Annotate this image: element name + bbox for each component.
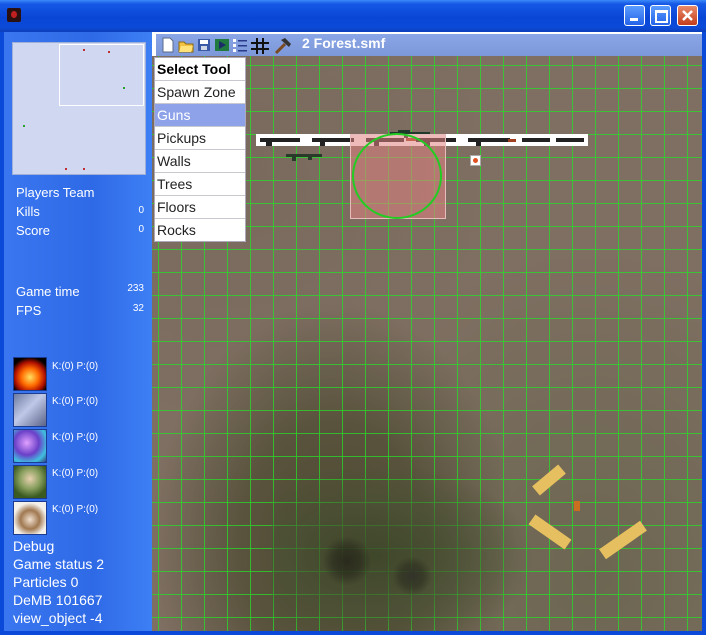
- score-label: Score: [16, 223, 50, 238]
- minimap-marker: [23, 125, 25, 127]
- fps-label: FPS: [16, 303, 42, 318]
- debug-game-status: Game status 2: [13, 556, 105, 572]
- hammer-icon[interactable]: [272, 37, 292, 55]
- minimap-marker: [65, 168, 67, 170]
- team-title: Players Team: [16, 185, 95, 200]
- menu-item-rocks[interactable]: Rocks: [155, 219, 245, 241]
- player-stats: K:(0) P:(0): [52, 504, 99, 515]
- editor-toolbar: 2 Forest.smf: [156, 34, 702, 56]
- debug-particles: Particles 0: [13, 574, 79, 590]
- menu-item-spawn-zone[interactable]: Spawn Zone: [155, 81, 245, 104]
- spawn-zone[interactable]: [350, 133, 446, 219]
- soldier-avatar[interactable]: [13, 465, 47, 499]
- client-area: Players Team Kills 0 Score 0 Game time 2…: [4, 32, 702, 631]
- open-icon[interactable]: [178, 37, 194, 53]
- minimize-button[interactable]: [624, 5, 645, 26]
- game-time-value: 233: [127, 283, 144, 294]
- new-icon[interactable]: [160, 37, 176, 53]
- debug-view-object: view_object -4: [13, 610, 103, 626]
- magic-avatar[interactable]: [13, 429, 47, 463]
- sidebar: Players Team Kills 0 Score 0 Game time 2…: [4, 32, 152, 631]
- list-icon[interactable]: [232, 37, 248, 53]
- grid-icon[interactable]: [250, 37, 270, 54]
- map-filename: 2 Forest.smf: [302, 35, 386, 51]
- minimap-marker: [108, 51, 110, 53]
- menu-header: Select Tool: [155, 58, 245, 81]
- debug-title: Debug: [13, 538, 55, 554]
- menu-item-walls[interactable]: Walls: [155, 150, 245, 173]
- play-icon[interactable]: [214, 37, 230, 53]
- fps-value: 32: [132, 303, 144, 314]
- select-tool-menu: Select Tool Spawn Zone Guns Pickups Wall…: [154, 57, 246, 242]
- game-time-label: Game time: [16, 284, 80, 299]
- minimap[interactable]: [12, 42, 146, 175]
- player-stats: K:(0) P:(0): [52, 432, 99, 443]
- tree: [322, 536, 372, 586]
- rifle-pickup-icon[interactable]: [390, 125, 434, 138]
- menu-item-floors[interactable]: Floors: [155, 196, 245, 219]
- lightning-avatar[interactable]: [13, 393, 47, 427]
- rifle-pickup-icon[interactable]: [286, 148, 326, 161]
- close-button[interactable]: [677, 5, 698, 26]
- minimap-viewport[interactable]: [59, 44, 144, 106]
- debug-demb: DeMB 101667: [13, 592, 103, 608]
- menu-item-pickups[interactable]: Pickups: [155, 127, 245, 150]
- kills-value: 0: [138, 205, 144, 216]
- save-icon[interactable]: [196, 37, 212, 53]
- menu-item-guns[interactable]: Guns: [155, 104, 245, 127]
- close-icon: [682, 10, 693, 21]
- minimap-marker: [83, 49, 85, 51]
- pickup-marker[interactable]: [470, 155, 481, 166]
- minimap-marker: [83, 168, 85, 170]
- fire-avatar[interactable]: [13, 357, 47, 391]
- maximize-button[interactable]: [650, 5, 671, 26]
- pickup-marker[interactable]: [574, 501, 580, 511]
- minimap-marker: [123, 87, 125, 89]
- spawn-zone-ring: [352, 133, 442, 219]
- tree: [392, 556, 432, 596]
- menu-item-trees[interactable]: Trees: [155, 173, 245, 196]
- score-value: 0: [138, 224, 144, 235]
- hands-avatar[interactable]: [13, 501, 47, 535]
- kills-label: Kills: [16, 204, 40, 219]
- game-editor-window: Players Team Kills 0 Score 0 Game time 2…: [0, 0, 706, 635]
- title-bar[interactable]: [0, 0, 706, 32]
- app-icon[interactable]: [7, 8, 21, 22]
- player-stats: K:(0) P:(0): [52, 468, 99, 479]
- player-stats: K:(0) P:(0): [52, 396, 99, 407]
- player-stats: K:(0) P:(0): [52, 361, 99, 372]
- forest-area: [272, 466, 532, 631]
